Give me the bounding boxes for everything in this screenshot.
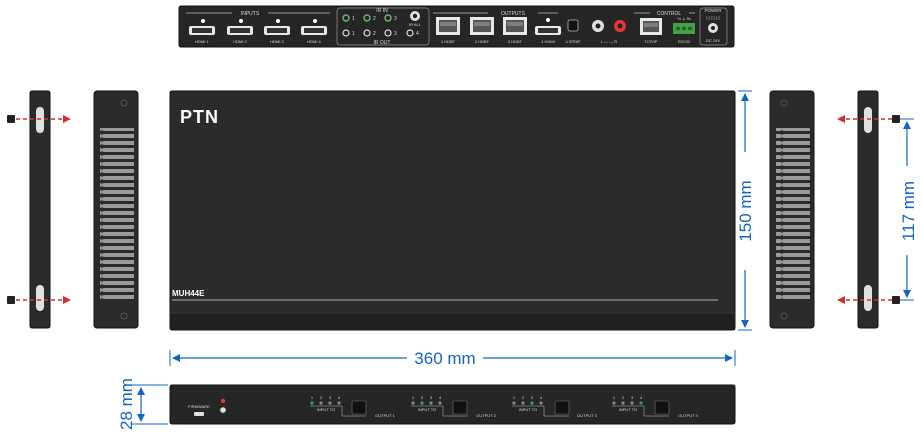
model-label: MUH44E bbox=[172, 289, 205, 298]
hdmi-input-label: HDMI 4 bbox=[307, 39, 321, 44]
ir-number: 3 bbox=[394, 31, 397, 37]
height-label: 28 mm bbox=[117, 378, 136, 430]
input-led bbox=[328, 401, 332, 405]
ir-number: 1 bbox=[352, 16, 355, 22]
output-label: OUTPUT 3 bbox=[577, 413, 597, 418]
hdmi-input-label: HDMI 3 bbox=[270, 39, 284, 44]
input-led bbox=[639, 401, 643, 405]
output-label: 2 HDBT bbox=[475, 39, 490, 44]
output-label: OUTPUT 4 bbox=[678, 413, 698, 418]
product-drawing: INPUTS HDMI 1 HDMI 2 HDMI 3 HDMI 4 IR IN… bbox=[7, 5, 918, 430]
select-button[interactable] bbox=[654, 400, 670, 415]
inputs-group-label: INPUTS bbox=[241, 11, 260, 17]
depth-label: 150 mm bbox=[736, 180, 755, 241]
top-view-body bbox=[169, 90, 736, 331]
input-led bbox=[438, 401, 442, 405]
ir-in-label: IR IN bbox=[376, 8, 388, 14]
output-label: 4 HDMI bbox=[541, 39, 555, 44]
screw-icon bbox=[892, 115, 900, 123]
firmware-label: FIRMWARE bbox=[188, 404, 210, 409]
hdmi-input-label: HDMI 1 bbox=[195, 39, 209, 44]
screw-icon bbox=[892, 296, 900, 304]
ir-number: 1 bbox=[352, 31, 355, 37]
vent-slots bbox=[776, 128, 810, 299]
bracket-slot bbox=[864, 107, 872, 133]
mount-spacing-label: 117 mm bbox=[899, 181, 918, 241]
tcpip-label: TCP/IP bbox=[645, 39, 658, 44]
output-label: 1 HDBT bbox=[441, 39, 456, 44]
power-led bbox=[220, 398, 226, 404]
input-led bbox=[337, 401, 341, 405]
ir-number: 2 bbox=[373, 16, 376, 22]
input-to-label: INPUT TO bbox=[317, 407, 335, 412]
top-view: PTN MUH44E bbox=[169, 90, 736, 331]
depth-dimension: 150 mm bbox=[736, 90, 755, 331]
select-button[interactable] bbox=[351, 400, 367, 415]
ir-number: 3 bbox=[394, 16, 397, 22]
dc-label: DC 24V bbox=[706, 38, 720, 43]
rs232-pins-label: Tx ⏚ Rx bbox=[677, 16, 691, 21]
input-led bbox=[612, 401, 616, 405]
input-led bbox=[411, 401, 415, 405]
hdmi-input-label: HDMI 2 bbox=[233, 39, 247, 44]
output-label: 3 HDBT bbox=[508, 39, 523, 44]
screw-icon bbox=[7, 296, 15, 304]
ir-out-label: IR OUT bbox=[374, 40, 391, 46]
ir-number: 2 bbox=[373, 31, 376, 37]
rs232-label: RS232 bbox=[678, 39, 691, 44]
input-led bbox=[420, 401, 424, 405]
left-side-view bbox=[93, 90, 139, 329]
vent-slots bbox=[100, 128, 134, 299]
mount-spacing-dimension: 117 mm bbox=[899, 118, 918, 301]
ir-all-label: IR ALL bbox=[409, 22, 422, 27]
width-dimension: 360 mm bbox=[169, 349, 736, 368]
output-label: OUTPUT 2 bbox=[476, 413, 496, 418]
right-side-view bbox=[769, 90, 815, 329]
height-dimension: 28 mm bbox=[117, 378, 168, 430]
usb-port-icon bbox=[194, 412, 204, 416]
input-led bbox=[310, 401, 314, 405]
select-button[interactable] bbox=[452, 400, 468, 415]
power-group-label: POWER bbox=[704, 8, 722, 13]
output-label: OUTPUT 1 bbox=[375, 413, 395, 418]
spdif-port-icon bbox=[567, 19, 579, 32]
input-led bbox=[429, 401, 433, 405]
bracket-slot bbox=[36, 107, 44, 133]
front-panel-body bbox=[169, 384, 736, 425]
right-mounting-bracket bbox=[837, 90, 900, 329]
select-button[interactable] bbox=[554, 400, 570, 415]
bracket-slot bbox=[36, 285, 44, 311]
input-led bbox=[319, 401, 323, 405]
front-panel: FIRMWARE 1 2 3 4 INPUT TO OUTPUT 1 1 2 3… bbox=[169, 384, 736, 425]
screw-icon bbox=[7, 115, 15, 123]
input-led bbox=[512, 401, 516, 405]
input-led bbox=[539, 401, 543, 405]
bracket-slot bbox=[864, 285, 872, 311]
input-led bbox=[521, 401, 525, 405]
input-to-label: INPUT TO bbox=[519, 407, 537, 412]
input-to-label: INPUT TO bbox=[619, 407, 637, 412]
spdif-label: 4 SPDIF bbox=[565, 39, 581, 44]
input-led bbox=[621, 401, 625, 405]
input-to-label: INPUT TO bbox=[418, 407, 436, 412]
left-mounting-bracket bbox=[7, 90, 71, 329]
input-led bbox=[530, 401, 534, 405]
ir-sensor bbox=[220, 407, 226, 413]
input-led bbox=[630, 401, 634, 405]
rear-panel: INPUTS HDMI 1 HDMI 2 HDMI 3 HDMI 4 IR IN… bbox=[178, 5, 735, 48]
outputs-group-label: OUTPUTS bbox=[501, 11, 526, 17]
width-label: 360 mm bbox=[414, 349, 475, 368]
brand-logo: PTN bbox=[180, 107, 219, 127]
audio-lr-label: L — — R bbox=[601, 39, 617, 44]
ir-number: 4 bbox=[416, 31, 419, 37]
